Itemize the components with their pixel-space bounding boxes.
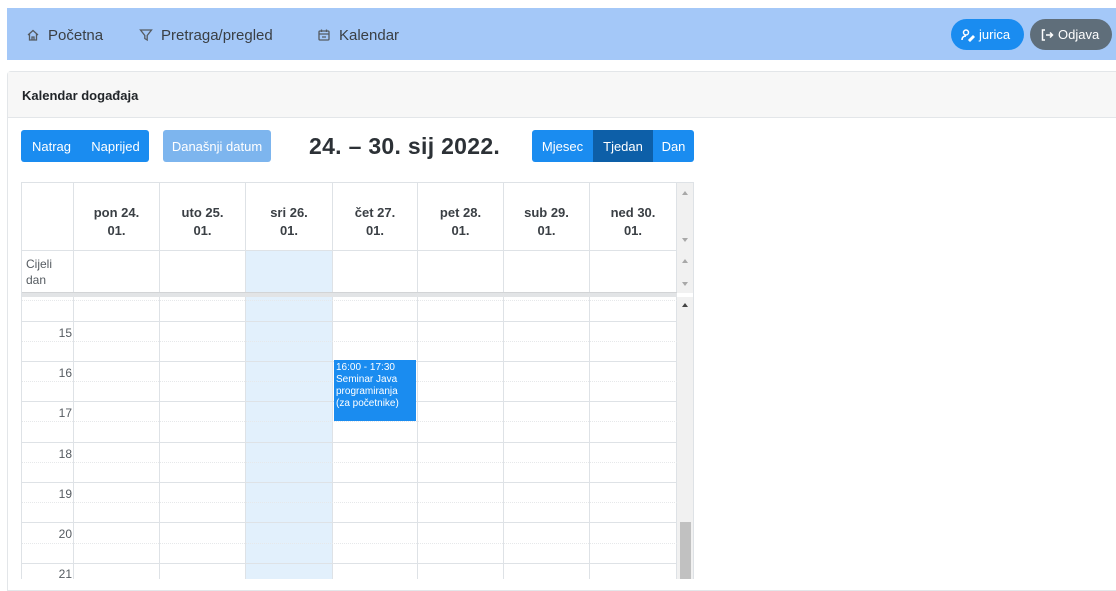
scroll-down-icon[interactable]	[682, 238, 688, 242]
day-header-date: 01.	[193, 223, 212, 238]
user-button-label: jurica	[979, 27, 1011, 42]
day-header-name: ned 30.	[610, 205, 656, 220]
filter-icon	[139, 28, 153, 42]
calendar-icon	[317, 28, 331, 42]
day-header-date: 01.	[537, 223, 556, 238]
grid-line	[22, 442, 677, 443]
day-header[interactable]: pon 24. 01.	[74, 183, 160, 251]
grid-line	[22, 522, 677, 523]
hour-label: 17	[58, 406, 72, 420]
nav-home[interactable]: Početna	[26, 25, 103, 45]
time-gutter-header	[22, 183, 74, 251]
week-calendar: pon 24. 01. uto 25. 01. sri 26. 01. čet 27.…	[21, 182, 694, 579]
nav-search-label: Pretraga/pregled	[161, 26, 273, 44]
allday-cell[interactable]	[590, 251, 677, 293]
day-column[interactable]	[333, 297, 418, 579]
day-column[interactable]	[74, 297, 160, 579]
day-header[interactable]: ned 30. 01.	[590, 183, 677, 251]
scroll-up-icon[interactable]	[682, 191, 688, 195]
day-header[interactable]: pet 28. 01.	[418, 183, 504, 251]
logout-icon	[1041, 28, 1054, 41]
header-scrollbar[interactable]	[677, 183, 693, 251]
allday-label-line1: Cijeli	[26, 257, 53, 271]
user-edit-icon	[961, 28, 975, 42]
calendar-event[interactable]: 16:00 - 17:30 Seminar Java programiranja…	[334, 360, 416, 421]
user-button[interactable]: jurica	[951, 19, 1024, 50]
allday-cell[interactable]	[160, 251, 246, 293]
grid-line	[22, 563, 677, 564]
allday-label-line2: dan	[26, 273, 47, 287]
day-column-today[interactable]	[246, 297, 333, 579]
day-header-name: pet 28.	[439, 205, 482, 220]
day-header-date: 01.	[107, 223, 126, 238]
nav-calendar[interactable]: Kalendar	[317, 25, 399, 45]
event-time: 16:00 - 17:30	[336, 362, 395, 373]
scrollbar-thumb[interactable]	[680, 522, 691, 579]
allday-cell-today[interactable]	[246, 251, 333, 293]
day-header[interactable]: sub 29. 01.	[504, 183, 590, 251]
top-navbar: Početna Pretraga/pregled Kalendar	[7, 8, 1116, 60]
nav-search[interactable]: Pretraga/pregled	[139, 25, 273, 45]
allday-cell[interactable]	[504, 251, 590, 293]
grid-line	[22, 482, 677, 483]
grid-line	[22, 341, 677, 342]
today-button[interactable]: Današnji datum	[163, 130, 271, 162]
next-button[interactable]: Naprijed	[82, 130, 149, 162]
grid-line	[22, 502, 677, 503]
hour-label: 20	[58, 527, 72, 541]
grid-line	[22, 462, 677, 463]
home-icon	[26, 28, 40, 42]
nav-calendar-label: Kalendar	[339, 26, 400, 44]
scroll-up-icon[interactable]	[682, 259, 688, 263]
day-header-date: 01.	[451, 223, 470, 238]
logout-button[interactable]: Odjava	[1030, 19, 1112, 50]
event-title-line3: (za početnike)	[336, 398, 399, 409]
grid-line	[22, 321, 677, 322]
day-header-date: 01.	[365, 223, 385, 238]
week-view-button[interactable]: Tjedan	[593, 130, 653, 162]
month-view-button[interactable]: Mjesec	[532, 130, 593, 162]
hour-label: 18	[58, 447, 72, 461]
card-title: Kalendar događaja	[22, 88, 139, 103]
day-view-button[interactable]: Dan	[653, 130, 694, 162]
day-column[interactable]	[160, 297, 246, 579]
body-scrollbar[interactable]	[677, 297, 693, 579]
day-header-date: 01.	[623, 223, 643, 238]
hour-label: 21	[58, 567, 72, 579]
back-button[interactable]: Natrag	[21, 130, 82, 162]
day-column[interactable]	[504, 297, 590, 579]
day-header-date: 01.	[279, 223, 299, 238]
day-column[interactable]	[418, 297, 504, 579]
day-header-name: sri 26.	[270, 205, 308, 220]
card-header: Kalendar događaja	[8, 72, 1116, 118]
allday-cell[interactable]	[418, 251, 504, 293]
logout-button-label: Odjava	[1058, 27, 1100, 42]
hour-label: 15	[58, 326, 72, 340]
nav-home-label: Početna	[48, 26, 104, 44]
day-column[interactable]	[590, 297, 677, 579]
day-header-name: sub 29.	[524, 205, 569, 220]
event-title-line2: programiranja	[336, 386, 398, 397]
calendar-title: 24. – 30. sij 2022.	[309, 133, 501, 159]
day-header-name: uto 25.	[181, 205, 224, 220]
grid-line	[22, 300, 677, 301]
event-title-line1: Seminar Java	[336, 374, 398, 385]
allday-label: Cijeli dan	[26, 256, 52, 288]
hour-label: 16	[58, 366, 72, 380]
day-header-name: pon 24.	[93, 205, 140, 220]
day-header[interactable]: čet 27. 01.	[333, 183, 418, 251]
grid-line	[22, 543, 677, 544]
day-header-name: čet 27.	[354, 205, 396, 220]
allday-cell[interactable]	[74, 251, 160, 293]
day-header[interactable]: uto 25. 01.	[160, 183, 246, 251]
allday-cell[interactable]	[333, 251, 418, 293]
day-header[interactable]: sri 26. 01.	[246, 183, 333, 251]
allday-scrollbar[interactable]	[677, 251, 693, 293]
grid-line	[22, 421, 677, 422]
scroll-up-icon[interactable]	[682, 303, 688, 307]
scroll-down-icon[interactable]	[682, 282, 688, 286]
hour-label: 19	[58, 487, 72, 501]
